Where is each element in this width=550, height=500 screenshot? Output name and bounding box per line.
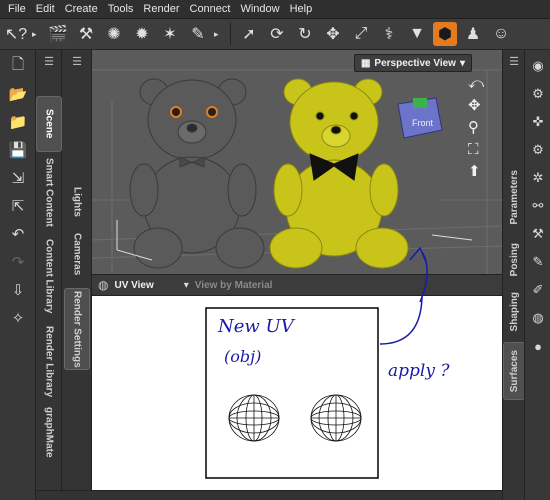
sparkle-icon[interactable]: ✺ bbox=[102, 22, 126, 46]
tab-shaping[interactable]: Shaping bbox=[503, 286, 525, 338]
sphere-icon[interactable]: ◉ bbox=[525, 54, 550, 78]
drop-icon[interactable]: ⇩ bbox=[0, 278, 36, 302]
merge-icon[interactable]: 📁 bbox=[0, 110, 36, 134]
gray-bear bbox=[129, 78, 265, 269]
menu-connect[interactable]: Connect bbox=[190, 3, 231, 15]
query-icon[interactable]: ↖? bbox=[4, 22, 28, 46]
open-folder-icon[interactable]: 📂 bbox=[0, 82, 36, 106]
brush-icon[interactable]: ✎ bbox=[186, 22, 210, 46]
wand-icon[interactable]: ⚒ bbox=[74, 22, 98, 46]
tab-parameters[interactable]: Parameters bbox=[503, 160, 525, 234]
menu-bar: File Edit Create Tools Render Connect Wi… bbox=[0, 0, 550, 19]
new-file-icon[interactable]: 🗋 bbox=[0, 54, 36, 78]
scene-icon[interactable]: 🎬 bbox=[46, 22, 70, 46]
star-icon[interactable]: ✶ bbox=[158, 22, 182, 46]
camera-icon: ▦ bbox=[360, 57, 371, 69]
uv-view-bar: ◍ UV View ▾ View by Material bbox=[92, 274, 502, 296]
3d-viewport[interactable]: Front ⤺ ✥ ⚲ ⛶ ⬆ ▦ Perspective View ▾ bbox=[92, 50, 502, 274]
panel-menu-icon[interactable]: ☰ bbox=[65, 52, 89, 70]
pointer-icon[interactable]: ➚ bbox=[237, 22, 261, 46]
tab-cameras[interactable]: Cameras bbox=[64, 228, 90, 280]
yellow-bear bbox=[269, 78, 409, 269]
uv-dropdown-icon[interactable]: ▾ bbox=[184, 280, 189, 291]
annotation-apply: apply ? bbox=[388, 361, 450, 381]
node-icon[interactable]: ✲ bbox=[525, 166, 550, 190]
uv-view-area[interactable]: New UV (obj) apply ? bbox=[92, 296, 502, 500]
menu-help[interactable]: Help bbox=[290, 3, 313, 15]
tab-scene[interactable]: Scene bbox=[36, 96, 62, 152]
move-icon[interactable]: ✥ bbox=[321, 22, 345, 46]
light-icon[interactable]: ✹ bbox=[130, 22, 154, 46]
view-by-material-label[interactable]: View by Material bbox=[195, 280, 273, 291]
link-icon[interactable]: ⚯ bbox=[525, 194, 550, 218]
gear-icon[interactable]: ⚙ bbox=[525, 138, 550, 162]
menu-file[interactable]: File bbox=[8, 3, 26, 15]
pose-tool-icon[interactable]: ⚙ bbox=[525, 82, 550, 106]
export-icon[interactable]: ⇱ bbox=[0, 194, 36, 218]
menu-tools[interactable]: Tools bbox=[108, 3, 134, 15]
menu-edit[interactable]: Edit bbox=[36, 3, 55, 15]
panel-menu-icon[interactable]: ☰ bbox=[502, 52, 526, 70]
import-icon[interactable]: ⇲ bbox=[0, 166, 36, 190]
rotate-icon[interactable]: ⟳ bbox=[265, 22, 289, 46]
left-tab-column-2: ☰ Lights Cameras Render Settings bbox=[62, 50, 92, 500]
main-toolbar: ↖? ▸ 🎬 ⚒ ✺ ✹ ✶ ✎ ▸ ➚ ⟳ ↻ ✥ ⤢ ⚕ ▼ ⬢ ♟ ☺ bbox=[0, 19, 550, 50]
dropdown-icon: ▾ bbox=[459, 57, 465, 69]
perspective-view-selector[interactable]: ▦ Perspective View ▾ bbox=[353, 54, 472, 72]
more-arrow-icon[interactable]: ▸ bbox=[32, 29, 42, 40]
frame-icon: ⛶ bbox=[468, 140, 479, 158]
save-icon[interactable]: 💾 bbox=[0, 138, 36, 162]
right-tab-column: ☰ Parameters Posing Shaping Surfaces bbox=[502, 50, 526, 500]
surface-sphere-icon[interactable]: ● bbox=[525, 334, 550, 358]
figure-icon[interactable]: ♟ bbox=[461, 22, 485, 46]
tab-lights[interactable]: Lights bbox=[64, 182, 90, 222]
tab-content-library[interactable]: Content Library bbox=[36, 232, 62, 320]
shader-icon[interactable]: ◍ bbox=[525, 306, 550, 330]
orbit-icon: ⤺ bbox=[468, 74, 484, 92]
zoom-icon: ⚲ bbox=[468, 118, 479, 136]
uv-view-label[interactable]: UV View bbox=[114, 280, 153, 291]
view-label: Perspective View bbox=[374, 57, 456, 69]
pen-icon[interactable]: ✎ bbox=[525, 250, 550, 274]
bottom-bar bbox=[36, 490, 550, 500]
left-tab-column: ☰ Scene Smart Content Content Library Re… bbox=[36, 50, 62, 500]
person-icon[interactable]: ☺ bbox=[489, 22, 513, 46]
spin-icon[interactable]: ↻ bbox=[293, 22, 317, 46]
tab-render-settings[interactable]: Render Settings bbox=[64, 288, 90, 370]
pan-icon: ✥ bbox=[468, 96, 481, 114]
tab-posing[interactable]: Posing bbox=[503, 236, 525, 284]
viewport-scene: Front ⤺ ✥ ⚲ ⛶ ⬆ bbox=[92, 69, 502, 274]
bone-icon[interactable]: ⚕ bbox=[377, 22, 401, 46]
paint-bucket-icon[interactable]: ⬢ bbox=[433, 22, 457, 46]
figure-tool-icon[interactable]: ✧ bbox=[0, 306, 36, 330]
tab-render-library[interactable]: Render Library bbox=[36, 322, 62, 402]
brush-tool-icon[interactable]: ✐ bbox=[525, 278, 550, 302]
reset-view-icon: ⬆ bbox=[468, 162, 481, 180]
undo-icon[interactable]: ↶ bbox=[0, 222, 36, 246]
right-icon-strip: ◉ ⚙ ✜ ⚙ ✲ ⚯ ⚒ ✎ ✐ ◍ ● bbox=[524, 50, 550, 500]
left-icon-strip: 🗋 📂 📁 💾 ⇲ ⇱ ↶ ↷ ⇩ ✧ bbox=[0, 50, 36, 500]
more-arrow-icon[interactable]: ▸ bbox=[214, 29, 224, 40]
annotation-new-uv: New UV bbox=[217, 316, 296, 337]
scale-icon[interactable]: ⤢ bbox=[349, 22, 373, 46]
tab-surfaces[interactable]: Surfaces bbox=[503, 342, 525, 400]
menu-render[interactable]: Render bbox=[143, 3, 179, 15]
globe-icon: ◍ bbox=[98, 278, 109, 292]
joint-icon[interactable]: ✜ bbox=[525, 110, 550, 134]
redo-icon[interactable]: ↷ bbox=[0, 250, 36, 274]
tab-smart-content[interactable]: Smart Content bbox=[36, 154, 62, 230]
toolbar-divider bbox=[230, 23, 231, 45]
menu-create[interactable]: Create bbox=[65, 3, 98, 15]
menu-window[interactable]: Window bbox=[240, 3, 279, 15]
tab-graphmate[interactable]: graphMate bbox=[36, 404, 62, 460]
tool-icon[interactable]: ⚒ bbox=[525, 222, 550, 246]
panel-menu-icon[interactable]: ☰ bbox=[37, 52, 61, 70]
cone-icon[interactable]: ▼ bbox=[405, 22, 429, 46]
annotation-obj: (obj) bbox=[224, 347, 261, 366]
view-cube-label: Front bbox=[412, 118, 434, 128]
annotation-arrow-head bbox=[409, 246, 428, 303]
uv-drawing: New UV (obj) apply ? bbox=[205, 296, 450, 479]
